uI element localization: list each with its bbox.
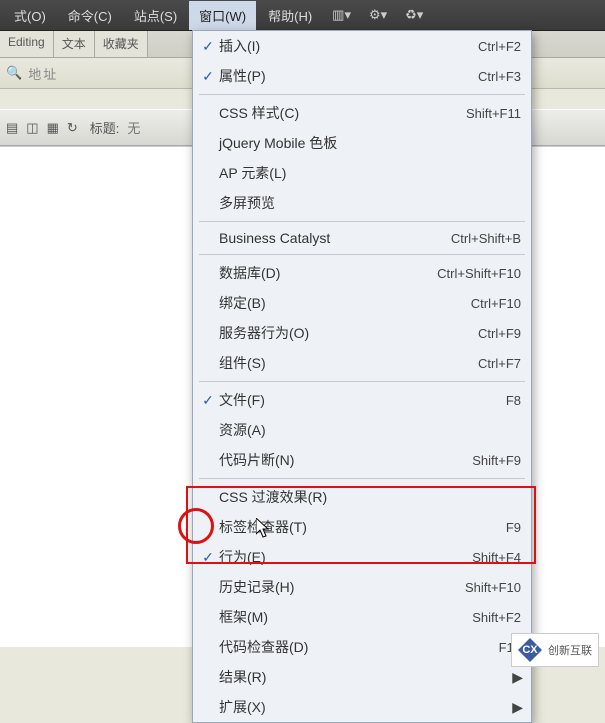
menu-help[interactable]: 帮助(H) <box>258 1 322 30</box>
menu-databases[interactable]: 数据库(D) Ctrl+Shift+F10 <box>193 258 531 288</box>
tab-favorites[interactable]: 收藏夹 <box>95 31 148 57</box>
chevron-right-icon: ▶ <box>512 669 523 686</box>
address-hint: 地址 <box>28 64 58 83</box>
menu-item-label: 行为(E) <box>219 547 472 567</box>
chevron-right-icon: ▶ <box>512 699 523 716</box>
menu-css-styles[interactable]: CSS 样式(C) Shift+F11 <box>193 98 531 128</box>
menu-item-shortcut: Ctrl+F9 <box>478 326 521 341</box>
checkmark-icon: ✓ <box>197 68 219 85</box>
menu-properties[interactable]: ✓ 属性(P) Ctrl+F3 <box>193 61 531 91</box>
gear-icon[interactable]: ⚙▾ <box>361 3 395 27</box>
code-view-icon[interactable]: ▤ <box>6 120 18 136</box>
menu-site[interactable]: 站点(S) <box>124 1 187 30</box>
menu-extensions[interactable]: 扩展(X) ▶ <box>193 692 531 722</box>
menu-insert[interactable]: ✓ 插入(I) Ctrl+F2 <box>193 31 531 61</box>
menu-commands[interactable]: 命令(C) <box>58 1 122 30</box>
menubar: 式(O) 命令(C) 站点(S) 窗口(W) 帮助(H) ▥▾ ⚙▾ ♻▾ <box>0 0 605 31</box>
menu-ap-elements[interactable]: AP 元素(L) <box>193 158 531 188</box>
menu-assets[interactable]: 资源(A) <box>193 415 531 445</box>
menu-item-label: 绑定(B) <box>219 293 471 313</box>
menu-history[interactable]: 历史记录(H) Shift+F10 <box>193 572 531 602</box>
menu-separator <box>199 94 525 95</box>
split-view-icon[interactable]: ◫ <box>26 120 38 136</box>
title-label: 标题: <box>90 118 120 137</box>
checkmark-icon: ✓ <box>197 392 219 409</box>
menu-item-shortcut: Shift+F2 <box>472 610 521 625</box>
menu-item-label: jQuery Mobile 色板 <box>219 133 521 153</box>
window-menu-dropdown: ✓ 插入(I) Ctrl+F2 ✓ 属性(P) Ctrl+F3 CSS 样式(C… <box>192 30 532 723</box>
checkmark-icon: ✓ <box>197 38 219 55</box>
search-icon[interactable]: 🔍 <box>6 65 22 81</box>
menu-code-inspector[interactable]: 代码检查器(D) F10 <box>193 632 531 662</box>
menu-separator <box>199 381 525 382</box>
menu-jquery-mobile[interactable]: jQuery Mobile 色板 <box>193 128 531 158</box>
watermark-text: 创新互联 <box>548 642 592 658</box>
menu-item-shortcut: Ctrl+F2 <box>478 39 521 54</box>
menu-frames[interactable]: 框架(M) Shift+F2 <box>193 602 531 632</box>
menu-separator <box>199 254 525 255</box>
menu-snippets[interactable]: 代码片断(N) Shift+F9 <box>193 445 531 475</box>
menu-item-label: 属性(P) <box>219 66 478 86</box>
menu-item-shortcut: Ctrl+F7 <box>478 356 521 371</box>
menu-item-shortcut: Shift+F4 <box>472 550 521 565</box>
menu-item-label: 结果(R) <box>219 667 521 687</box>
design-view-icon[interactable]: ▦ <box>47 120 59 136</box>
menu-window[interactable]: 窗口(W) <box>189 1 256 30</box>
menu-item-label: 框架(M) <box>219 607 472 627</box>
menu-item-label: 资源(A) <box>219 420 521 440</box>
menu-css-transitions[interactable]: CSS 过渡效果(R) <box>193 482 531 512</box>
menu-item-label: 数据库(D) <box>219 263 437 283</box>
menu-item-label: 多屏预览 <box>219 193 521 213</box>
menu-item-shortcut: Shift+F9 <box>472 453 521 468</box>
menu-business-catalyst[interactable]: Business Catalyst Ctrl+Shift+B <box>193 225 531 251</box>
menu-format[interactable]: 式(O) <box>4 1 56 30</box>
tab-text[interactable]: 文本 <box>54 31 95 57</box>
menu-item-label: 组件(S) <box>219 353 478 373</box>
menu-item-shortcut: Ctrl+F10 <box>471 296 521 311</box>
menu-separator <box>199 478 525 479</box>
menu-item-shortcut: Ctrl+F3 <box>478 69 521 84</box>
menu-item-label: CSS 样式(C) <box>219 103 466 123</box>
menu-item-shortcut: Ctrl+Shift+F10 <box>437 266 521 281</box>
menu-bindings[interactable]: 绑定(B) Ctrl+F10 <box>193 288 531 318</box>
refresh-icon[interactable]: ↻ <box>67 120 78 136</box>
menu-behaviors[interactable]: ✓ 行为(E) Shift+F4 <box>193 542 531 572</box>
menu-tag-inspector[interactable]: 标签检查器(T) F9 <box>193 512 531 542</box>
title-value[interactable]: 无 <box>127 118 140 137</box>
menu-item-label: 扩展(X) <box>219 697 521 717</box>
menu-server-behaviors[interactable]: 服务器行为(O) Ctrl+F9 <box>193 318 531 348</box>
menu-item-label: 文件(F) <box>219 390 506 410</box>
cursor-icon <box>256 518 272 543</box>
sync-icon[interactable]: ♻▾ <box>397 3 431 27</box>
watermark-logo: CX <box>518 638 542 662</box>
menu-item-label: Business Catalyst <box>219 230 451 246</box>
tab-editing[interactable]: Editing <box>0 31 54 57</box>
menu-files[interactable]: ✓ 文件(F) F8 <box>193 385 531 415</box>
layout-icon[interactable]: ▥▾ <box>324 3 359 27</box>
menu-item-label: 插入(I) <box>219 36 478 56</box>
menu-item-shortcut: F9 <box>506 520 521 535</box>
watermark: CX 创新互联 <box>511 633 599 667</box>
checkmark-icon: ✓ <box>197 549 219 566</box>
menu-item-label: 服务器行为(O) <box>219 323 478 343</box>
menu-item-label: 历史记录(H) <box>219 577 465 597</box>
menu-item-label: 代码检查器(D) <box>219 637 499 657</box>
menu-item-shortcut: Shift+F10 <box>465 580 521 595</box>
menu-item-shortcut: Ctrl+Shift+B <box>451 231 521 246</box>
menu-item-label: CSS 过渡效果(R) <box>219 487 521 507</box>
menu-components[interactable]: 组件(S) Ctrl+F7 <box>193 348 531 378</box>
menu-separator <box>199 221 525 222</box>
menu-item-label: AP 元素(L) <box>219 163 521 183</box>
menu-results[interactable]: 结果(R) ▶ <box>193 662 531 692</box>
menu-item-shortcut: F8 <box>506 393 521 408</box>
menu-multiscreen-preview[interactable]: 多屏预览 <box>193 188 531 218</box>
menu-item-shortcut: Shift+F11 <box>466 106 521 121</box>
menu-item-label: 代码片断(N) <box>219 450 472 470</box>
